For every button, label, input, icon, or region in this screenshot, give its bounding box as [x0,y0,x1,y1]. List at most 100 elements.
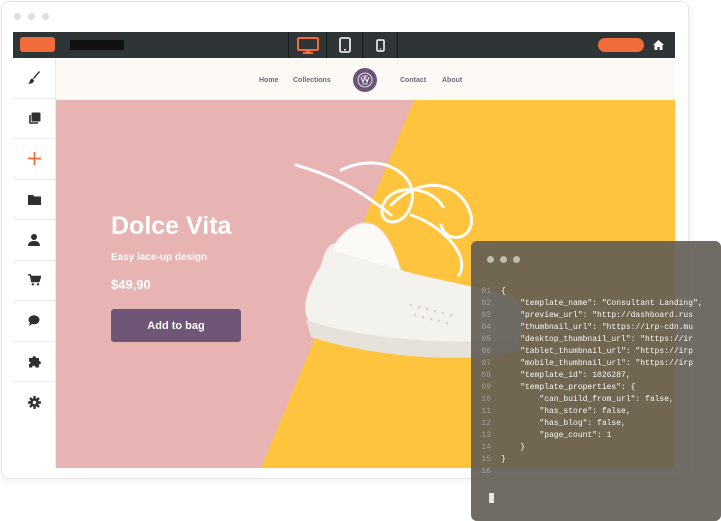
code-text: "has_store": false, [501,407,631,416]
code-line: 08 "template_id": 1026287, [471,371,721,383]
line-number: 01 [481,287,491,296]
sidebar-item-design[interactable] [13,58,55,99]
sidebar-item-store[interactable] [13,261,55,301]
code-line: 09 "template_properties": { [471,383,721,395]
code-window-dot [487,256,494,263]
code-line: 03 "preview_url": "http://dashboard.rus [471,311,721,323]
code-line: 12 "has_blog": false, [471,419,721,431]
add-to-bag-button[interactable]: Add to bag [111,309,241,342]
line-number: 04 [481,323,491,332]
nav-link-contact[interactable]: Contact [400,77,426,84]
code-text: "preview_url": "http://dashboard.rus [501,311,694,320]
editor-sidebar [13,58,56,468]
hero-subtitle: Easy lace-up design [111,252,208,263]
sidebar-item-media[interactable] [13,180,55,220]
line-number: 06 [481,347,491,356]
folder-icon [27,194,41,205]
line-number: 05 [481,335,491,344]
code-line: 05 "desktop_thumbnail_url": "https://ir [471,335,721,347]
sidebar-item-settings[interactable] [13,382,55,423]
window-controls [14,13,49,20]
code-text: "tablet_thumbnail_url": "https://irp [501,347,694,356]
code-line: 13 "page_count": 1 [471,431,721,443]
brush-icon [27,71,40,84]
publish-button[interactable] [598,38,644,52]
code-text: } [501,443,526,452]
site-navigation: Home Collections Contact About [56,58,675,100]
window-dot[interactable] [42,13,49,20]
sidebar-item-apps[interactable] [13,342,55,382]
code-line: 10 "can_build_from_url": false, [471,395,721,407]
code-text: "template_properties": { [501,383,636,392]
gear-icon [27,395,41,409]
line-number: 15 [481,455,491,464]
code-window-controls [487,256,520,263]
code-text: { [501,287,506,296]
site-logo[interactable] [353,68,377,92]
comment-icon [28,315,40,327]
line-number: 03 [481,311,491,320]
tablet-icon [338,37,351,53]
line-number: 02 [481,299,491,308]
user-icon [28,233,40,246]
sidebar-item-pages[interactable] [13,99,55,139]
code-line: 15} [471,455,721,467]
code-line: 04 "thumbnail_url": "https://irp-cdn.mu [471,323,721,335]
tablet-view-button[interactable] [326,32,362,58]
nav-link-home[interactable]: Home [259,77,278,84]
code-line: 11 "has_store": false, [471,407,721,419]
product-price: $49,90 [111,277,151,292]
line-number: 13 [481,431,491,440]
line-number: 09 [481,383,491,392]
brand-logo[interactable] [20,37,55,52]
code-line: 02 "template_name": "Consultant Landing"… [471,299,721,311]
line-number: 11 [481,407,491,416]
nav-link-collections[interactable]: Collections [293,77,331,84]
code-text: "template_name": "Consultant Landing", [501,299,703,308]
code-text: "can_build_from_url": false, [501,395,674,404]
hero-title: Dolce Vita [111,212,232,240]
line-number: 16 [481,467,491,476]
code-window-dot [500,256,507,263]
pages-icon [28,112,40,124]
code-window-dot [513,256,520,263]
code-text: "page_count": 1 [501,431,612,440]
window-dot[interactable] [14,13,21,20]
code-line: 16 [471,467,721,479]
mobile-icon [375,38,385,52]
code-line: 14 } [471,443,721,455]
sidebar-item-users[interactable] [13,220,55,261]
site-name-redacted [70,40,124,50]
text-cursor [489,493,494,503]
cart-icon [27,274,41,286]
line-number: 08 [481,371,491,380]
device-switcher [288,32,398,58]
code-panel: 01 {02 "template_name": "Consultant Landi… [471,241,721,521]
home-icon [652,40,664,50]
code-text: "has_blog": false, [501,419,626,428]
code-line: 07 "mobile_thumbnail_url": "https://irp [471,359,721,371]
code-text: "desktop_thumbnail_url": "https://ir [501,335,694,344]
code-line: 06 "tablet_thumbnail_url": "https://irp [471,347,721,359]
code-text: } [501,455,506,464]
editor-topbar [13,32,675,58]
desktop-icon [296,36,319,54]
plus-icon [27,152,41,166]
code-text: "thumbnail_url": "https://irp-cdn.mu [501,323,694,332]
code-text: "mobile_thumbnail_url": "https://irp [501,359,694,368]
sidebar-item-add[interactable] [13,139,55,180]
nav-link-about[interactable]: About [442,77,462,84]
line-number: 07 [481,359,491,368]
puzzle-icon [28,355,41,368]
mobile-view-button[interactable] [362,32,398,58]
desktop-view-button[interactable] [288,32,326,58]
line-number: 10 [481,395,491,404]
code-text: "template_id": 1026287, [501,371,631,380]
window-dot[interactable] [28,13,35,20]
home-button[interactable] [651,38,665,52]
code-lines: 01 {02 "template_name": "Consultant Landi… [471,287,721,482]
monogram-logo-icon [357,72,373,88]
sidebar-item-comments[interactable] [13,301,55,342]
line-number: 12 [481,419,491,428]
line-number: 14 [481,443,491,452]
